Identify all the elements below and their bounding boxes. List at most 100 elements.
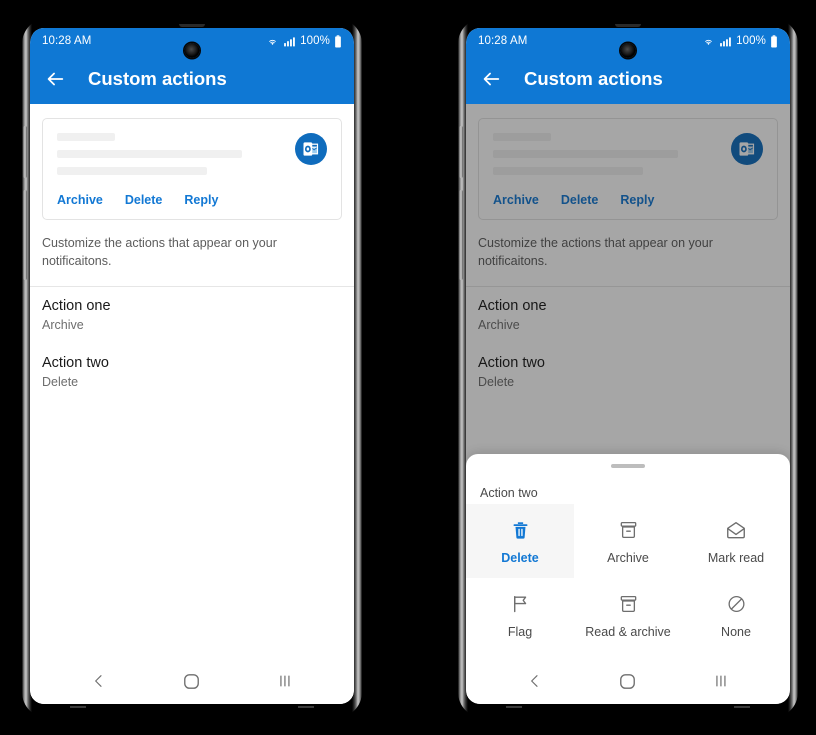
placeholder-line-1 [493, 133, 551, 141]
notif-action-reply[interactable]: Reply [184, 193, 218, 207]
volume-down-button[interactable] [459, 190, 463, 280]
list-item-action-one[interactable]: Action one Archive [30, 287, 354, 344]
battery-percent: 100% [300, 35, 330, 47]
option-mark-read[interactable]: Mark read [682, 504, 790, 578]
status-icons: 100% [266, 34, 342, 48]
battery-icon [771, 34, 777, 47]
screen-left: 10:28 AM 100% Custom actions Archive Del… [30, 28, 354, 704]
option-label: Flag [507, 625, 533, 639]
option-archive[interactable]: Archive [574, 504, 682, 578]
volume-down-button[interactable] [23, 190, 27, 280]
page-content: Archive Delete Reply Customize the actio… [466, 104, 790, 704]
list-item-value: Delete [478, 375, 515, 390]
nav-home-icon[interactable] [177, 669, 207, 693]
frame-mark-left [70, 706, 86, 708]
notification-actions: Archive Delete Reply [493, 193, 763, 207]
open-envelope-icon [725, 518, 747, 542]
list-item-value: Archive [42, 318, 84, 333]
outlook-icon [731, 133, 763, 165]
system-nav-bar [466, 658, 790, 704]
phone-bezel: 10:28 AM 100% Custom actions Archive Del… [466, 24, 790, 710]
page-title: Custom actions [524, 68, 663, 89]
notification-preview-card: Archive Delete Reply [478, 118, 778, 220]
phone-left: 10:28 AM 100% Custom actions Archive Del… [22, 18, 362, 718]
placeholder-line-1 [57, 133, 115, 141]
notification-preview-wrap: Archive Delete Reply [466, 104, 790, 220]
description-text: Customize the actions that appear on you… [478, 236, 713, 269]
notif-action-delete[interactable]: Delete [561, 193, 599, 207]
back-arrow-icon[interactable] [480, 68, 502, 90]
nav-back-icon[interactable] [520, 669, 550, 693]
outlook-icon [295, 133, 327, 165]
page-title: Custom actions [88, 68, 227, 89]
volume-up-button[interactable] [23, 126, 27, 178]
screen-right: 10:28 AM 100% Custom actions Archive Del… [466, 28, 790, 704]
status-time: 10:28 AM [42, 35, 92, 47]
option-flag[interactable]: Flag [466, 578, 574, 652]
placeholder-line-3 [493, 167, 643, 175]
notif-action-reply[interactable]: Reply [620, 193, 654, 207]
list-item-title: Action one [478, 298, 547, 315]
option-delete[interactable]: Delete [466, 504, 574, 578]
front-camera [620, 43, 636, 58]
signal-bars-icon [720, 36, 732, 46]
status-time: 10:28 AM [478, 35, 528, 47]
action-options-grid: Delete Archive Mark read Flag Read & arc… [466, 504, 790, 652]
placeholder-line-2 [493, 150, 678, 158]
option-label: None [721, 625, 751, 639]
option-read-and-archive[interactable]: Read & archive [574, 578, 682, 652]
frame-mark-right [734, 706, 750, 708]
option-none[interactable]: None [682, 578, 790, 652]
screenshot-stage: 10:28 AM 100% Custom actions Archive Del… [0, 0, 816, 735]
frame-mark-left [506, 706, 522, 708]
placeholder-line-2 [57, 150, 242, 158]
status-icons: 100% [702, 34, 778, 48]
app-bar: Custom actions [30, 54, 354, 104]
frame-mark-right [298, 706, 314, 708]
earpiece-speaker [615, 24, 641, 27]
signal-bars-icon [284, 36, 296, 46]
nav-recents-icon[interactable] [270, 669, 300, 693]
nav-recents-icon[interactable] [706, 669, 736, 693]
bottom-sheet-title: Action two [480, 486, 538, 500]
wifi-icon [705, 39, 713, 45]
app-bar: Custom actions [466, 54, 790, 104]
list-item-value: Delete [42, 375, 79, 390]
option-label: Archive [607, 551, 649, 565]
phone-bezel: 10:28 AM 100% Custom actions Archive Del… [30, 24, 354, 710]
notification-preview-wrap: Archive Delete Reply [30, 104, 354, 220]
archive-box-icon [618, 518, 639, 542]
battery-percent: 100% [736, 35, 766, 47]
list-item-action-two[interactable]: Action two Delete [30, 344, 354, 401]
bottom-sheet: Action two Delete Archive Mark read Flag… [466, 454, 790, 704]
notif-action-archive[interactable]: Archive [57, 193, 103, 207]
description-text: Customize the actions that appear on you… [42, 236, 277, 269]
placeholder-line-3 [57, 167, 207, 175]
notif-action-delete[interactable]: Delete [125, 193, 163, 207]
nav-back-icon[interactable] [84, 669, 114, 693]
phone-right: 10:28 AM 100% Custom actions Archive Del… [458, 18, 798, 718]
battery-icon [335, 34, 341, 47]
earpiece-speaker [179, 24, 205, 27]
page-content: Archive Delete Reply Customize the actio… [30, 104, 354, 704]
volume-up-button[interactable] [459, 126, 463, 178]
back-arrow-icon[interactable] [44, 68, 66, 90]
option-label: Delete [501, 551, 539, 565]
list-item-title: Action two [42, 355, 109, 372]
option-label: Read & archive [585, 625, 671, 639]
nav-home-icon[interactable] [613, 669, 643, 693]
circle-slash-icon [726, 592, 747, 616]
list-item-value: Archive [478, 318, 520, 333]
list-item-title: Action one [42, 298, 111, 315]
flag-icon [510, 592, 531, 616]
option-label: Mark read [707, 551, 765, 565]
notification-preview-card: Archive Delete Reply [42, 118, 342, 220]
list-item-action-two[interactable]: Action two Delete [466, 344, 790, 401]
trash-icon [510, 518, 531, 542]
list-item-title: Action two [478, 355, 545, 372]
list-item-action-one[interactable]: Action one Archive [466, 287, 790, 344]
archive-box-icon [618, 592, 639, 616]
front-camera [184, 43, 200, 58]
notif-action-archive[interactable]: Archive [493, 193, 539, 207]
system-nav-bar [30, 658, 354, 704]
